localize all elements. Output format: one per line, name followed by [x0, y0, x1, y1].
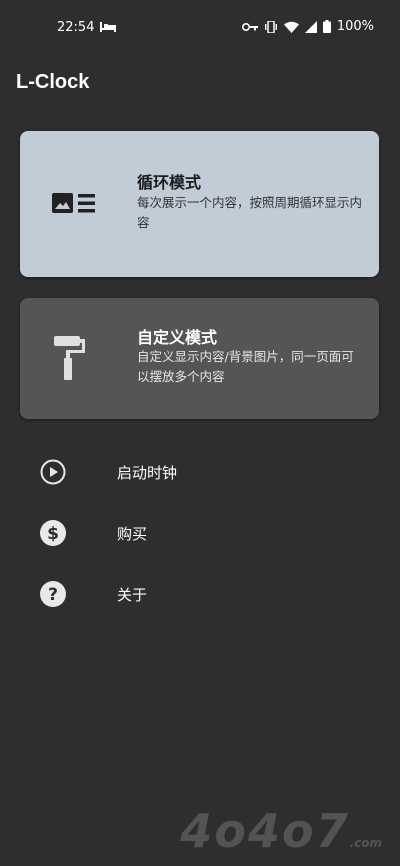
custom-mode-description: 自定义显示内容/背景图片，同一页面可以摆放多个内容	[137, 349, 354, 384]
status-icons: 100%	[241, 19, 374, 34]
watermark-text: 4o4o7	[180, 804, 350, 858]
menu-item-purchase[interactable]: $ 购买	[0, 505, 400, 561]
wifi-icon	[283, 21, 299, 33]
paint-roller-icon	[54, 336, 85, 380]
menu-item-about[interactable]: ? 关于	[0, 566, 400, 622]
dollar-circle-icon: $	[40, 520, 66, 546]
status-bar: 22:54 100%	[0, 0, 400, 56]
battery-percent: 100%	[336, 19, 374, 34]
image-list-icon	[52, 193, 95, 213]
app-title: L-Clock	[16, 71, 90, 93]
signal-icon	[304, 20, 317, 33]
battery-icon	[322, 20, 331, 33]
play-circle-icon	[40, 459, 66, 485]
custom-mode-card[interactable]: 自定义模式 自定义显示内容/背景图片，同一页面可以摆放多个内容	[20, 298, 379, 419]
help-circle-icon: ?	[40, 581, 66, 607]
svg-text:$: $	[47, 524, 59, 544]
custom-mode-title: 自定义模式	[137, 328, 218, 347]
menu-label-purchase: 购买	[117, 525, 148, 543]
key-icon	[241, 22, 258, 31]
bed-icon	[100, 22, 116, 32]
loop-mode-title: 循环模式	[137, 173, 202, 192]
loop-mode-description: 每次展示一个内容，按照周期循环显示内容	[137, 195, 363, 230]
watermark-suffix: .com	[349, 836, 382, 850]
menu-label-about: 关于	[117, 586, 148, 604]
menu-item-start-clock[interactable]: 启动时钟	[0, 444, 400, 500]
vibrate-icon	[264, 20, 277, 33]
menu-label-start-clock: 启动时钟	[117, 464, 178, 482]
svg-text:?: ?	[48, 585, 58, 605]
site-watermark: 4o4o7.com	[180, 804, 382, 858]
loop-mode-card[interactable]: 循环模式 每次展示一个内容，按照周期循环显示内容	[20, 131, 379, 277]
status-time: 22:54	[57, 20, 95, 35]
